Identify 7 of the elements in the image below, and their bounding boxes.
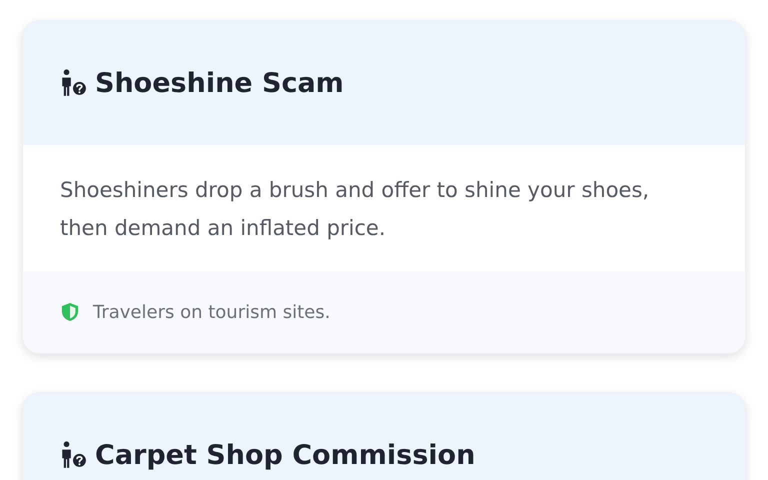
shield-icon [61, 302, 79, 322]
card-description: Shoeshiners drop a brush and offer to shine your shoes, then demand an inflated price. [60, 177, 650, 242]
person-question-icon [59, 441, 87, 469]
target-text: Travelers on tourism sites. [93, 302, 330, 322]
person-question-icon [59, 69, 87, 97]
card-title: Shoeshine Scam [95, 68, 344, 98]
card-title: Carpet Shop Commission [95, 440, 476, 470]
